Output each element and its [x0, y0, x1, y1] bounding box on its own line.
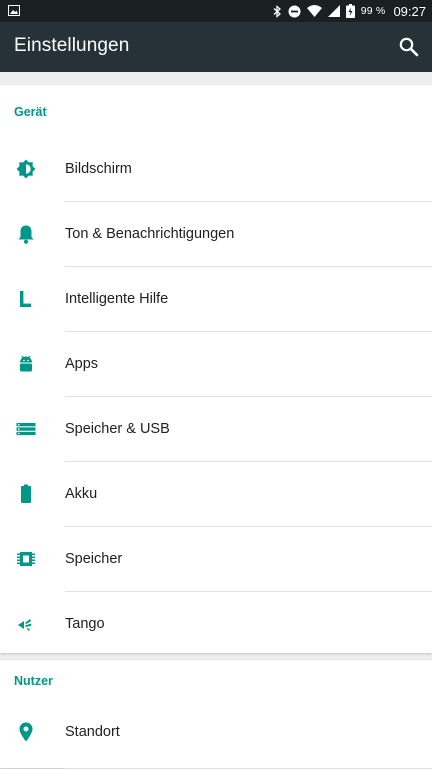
status-bar: 99 % 09:27 [0, 0, 432, 22]
settings-item-label: Akku [65, 486, 98, 502]
search-icon[interactable] [398, 36, 420, 58]
settings-item-location[interactable]: Standort [0, 702, 432, 769]
smart-assist-icon [20, 291, 31, 307]
section-header-device: Gerät [14, 105, 47, 119]
section-header-user: Nutzer [14, 674, 53, 688]
wifi-icon [306, 5, 322, 17]
storage-icon [16, 423, 36, 436]
app-bar: Einstellungen [0, 22, 432, 72]
battery-icon [21, 484, 31, 503]
clock: 09:27 [393, 3, 426, 19]
battery-percent: 99 % [360, 5, 386, 17]
settings-item-label: Intelligente Hilfe [65, 291, 169, 307]
settings-item-label: Speicher [65, 551, 123, 567]
cellular-signal-icon [327, 5, 340, 17]
settings-item-label: Apps [65, 356, 99, 372]
settings-item-label: Speicher & USB [65, 421, 170, 437]
settings-item-tango[interactable]: Tango [0, 592, 432, 657]
settings-item-storage-usb[interactable]: Speicher & USB [0, 397, 432, 462]
brightness-icon [16, 159, 36, 179]
settings-item-memory[interactable]: Speicher [0, 527, 432, 592]
bluetooth-icon [273, 4, 281, 18]
settings-item-display[interactable]: Bildschirm [0, 137, 432, 202]
battery-charging-icon [345, 4, 355, 18]
tango-icon [18, 619, 32, 631]
memory-icon [17, 552, 35, 566]
settings-item-label: Bildschirm [65, 161, 132, 177]
bell-icon [18, 225, 34, 244]
gallery-notification-icon [8, 5, 20, 16]
settings-item-sound[interactable]: Ton & Benachrichtigungen [0, 202, 432, 267]
page-title: Einstellungen [14, 35, 130, 56]
settings-item-battery[interactable]: Akku [0, 462, 432, 527]
settings-item-label: Ton & Benachrichtigungen [65, 226, 235, 242]
settings-item-apps[interactable]: Apps [0, 332, 432, 397]
do-not-disturb-icon [288, 5, 301, 17]
user-section: Nutzer Standort [0, 660, 432, 769]
status-icons: 99 % 09:27 [273, 0, 426, 22]
settings-item-label: Standort [65, 724, 120, 740]
location-pin-icon [19, 722, 33, 742]
device-section: Gerät Bildschirm Ton & Benachrichtigunge… [0, 85, 432, 653]
settings-item-smart-assist[interactable]: Intelligente Hilfe [0, 267, 432, 332]
android-icon [20, 355, 32, 372]
settings-item-label: Tango [65, 616, 105, 632]
